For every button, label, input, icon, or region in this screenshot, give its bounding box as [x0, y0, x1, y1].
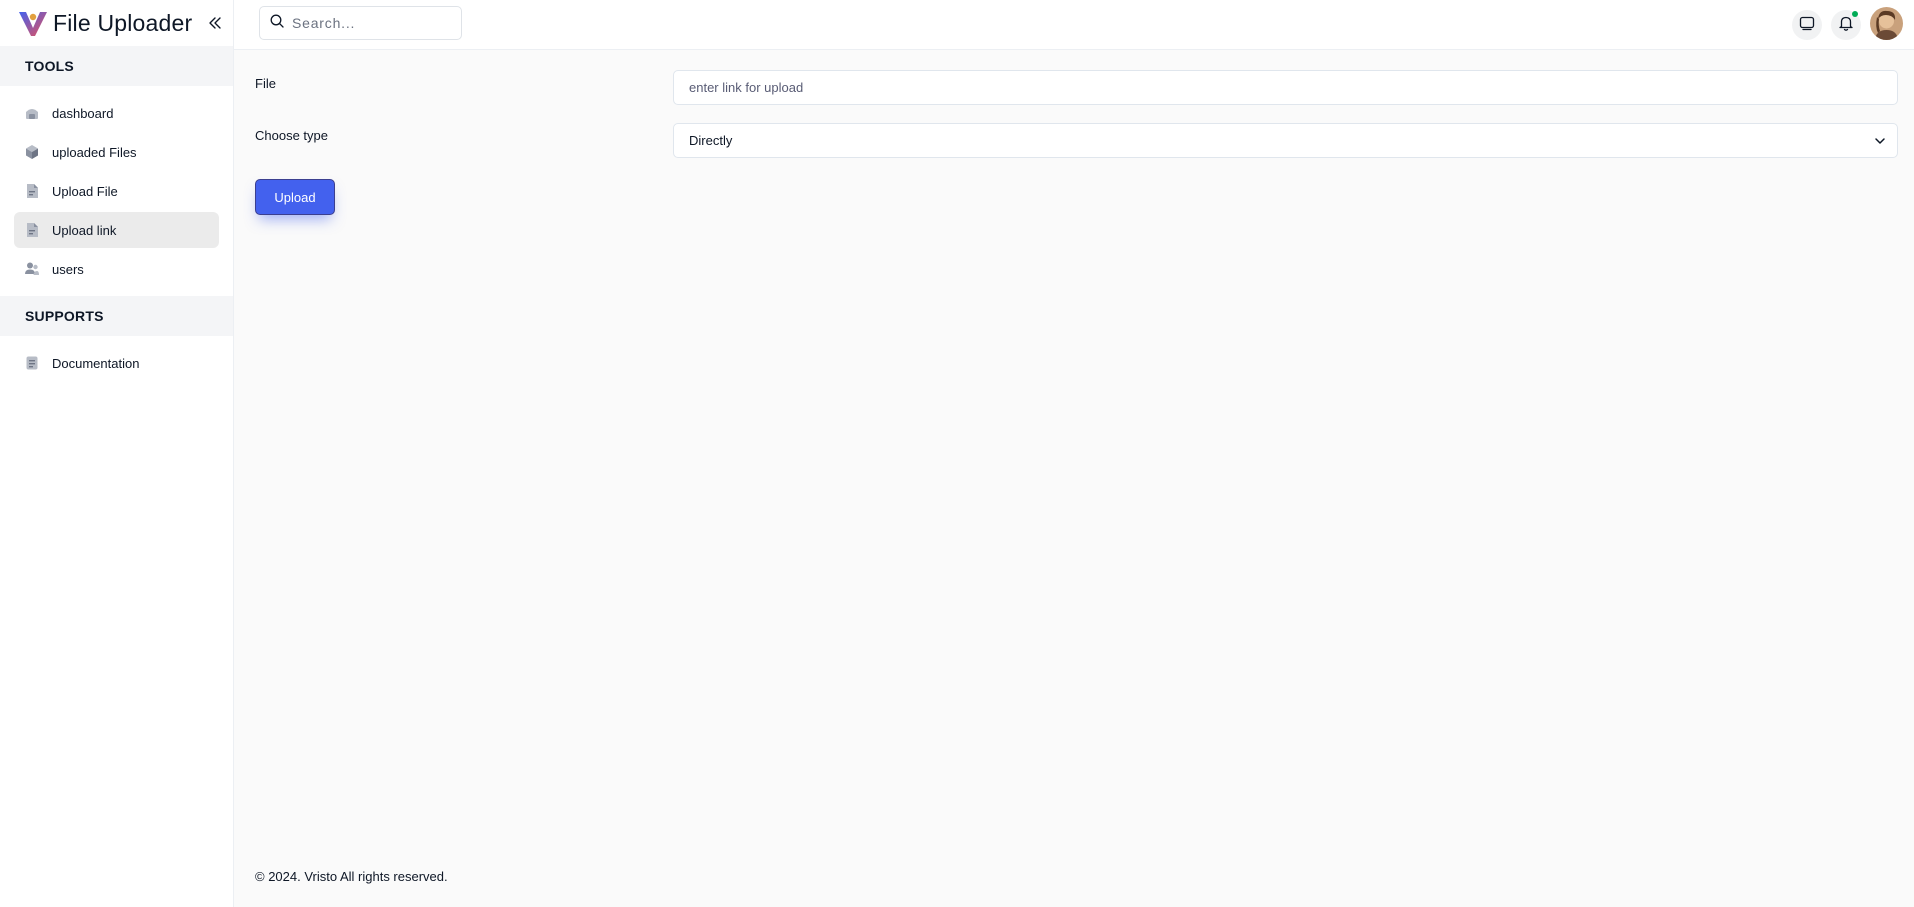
search-box[interactable]	[259, 6, 462, 40]
sidebar-item-upload-file[interactable]: Upload File	[14, 173, 219, 209]
vristo-logo-icon[interactable]	[18, 8, 48, 38]
file-link-icon	[24, 222, 40, 238]
sidebar-item-label: dashboard	[52, 105, 114, 121]
type-row: Choose type Directly	[255, 123, 1898, 159]
sidebar-item-dashboard[interactable]: dashboard	[14, 95, 219, 131]
footer-copyright: © 2024. Vristo All rights reserved.	[255, 869, 448, 884]
notifications-button[interactable]	[1831, 10, 1861, 40]
bell-icon	[1838, 15, 1854, 36]
file-label: File	[255, 76, 276, 91]
type-select-value: Directly	[689, 133, 733, 148]
type-select[interactable]: Directly	[673, 123, 1898, 158]
search-icon	[270, 14, 284, 33]
type-label: Choose type	[255, 128, 328, 143]
sidebar-item-label: Upload File	[52, 183, 118, 199]
collapse-sidebar-icon[interactable]	[206, 14, 224, 32]
avatar[interactable]	[1870, 7, 1903, 40]
section-title-tools: TOOLS	[0, 46, 233, 86]
nav-list-tools: dashboard uploaded Files Upload File Upl…	[0, 86, 233, 296]
document-icon	[24, 355, 40, 371]
brand: File Uploader	[0, 0, 233, 46]
cube-icon	[24, 144, 40, 160]
link-input[interactable]	[673, 70, 1898, 105]
sidebar-item-label: users	[52, 261, 84, 277]
sidebar-item-label: uploaded Files	[52, 144, 137, 160]
chat-icon	[1799, 15, 1815, 36]
chat-button[interactable]	[1792, 10, 1822, 40]
nav-list-supports: Documentation	[0, 336, 233, 390]
chevron-down-icon	[1873, 134, 1887, 148]
sidebar-item-documentation[interactable]: Documentation	[14, 345, 219, 381]
brand-title[interactable]: File Uploader	[53, 10, 192, 37]
top-header	[234, 0, 1914, 50]
upload-button[interactable]: Upload	[255, 179, 335, 215]
section-title-supports: SUPPORTS	[0, 296, 233, 336]
sidebar: File Uploader TOOLS dashboard uploaded F…	[0, 0, 234, 907]
sidebar-item-label: Upload link	[52, 222, 117, 238]
notification-dot	[1852, 11, 1858, 17]
dashboard-icon	[24, 105, 40, 121]
main-content: File Choose type Directly Upload © 2024.…	[234, 51, 1914, 907]
search-input[interactable]	[292, 15, 452, 31]
sidebar-item-users[interactable]: users	[14, 251, 219, 287]
users-icon	[24, 261, 40, 277]
sidebar-item-uploaded-files[interactable]: uploaded Files	[14, 134, 219, 170]
file-icon	[24, 183, 40, 199]
sidebar-item-upload-link[interactable]: Upload link	[14, 212, 219, 248]
sidebar-item-label: Documentation	[52, 355, 140, 371]
file-row: File	[255, 70, 1898, 106]
